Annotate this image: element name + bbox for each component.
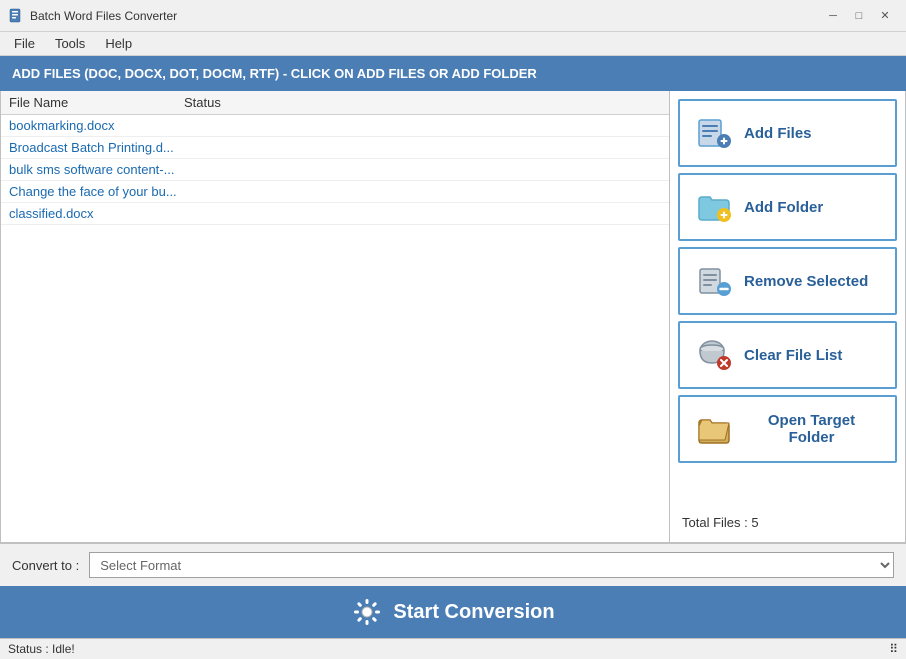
file-status xyxy=(184,162,314,177)
file-name: bookmarking.docx xyxy=(9,118,184,133)
file-name: Change the face of your bu... xyxy=(9,184,184,199)
title-bar: Batch Word Files Converter ─ □ ✕ xyxy=(0,0,906,32)
convert-to-bar: Convert to : Select Format xyxy=(0,544,906,586)
column-filename: File Name xyxy=(9,95,184,110)
file-name: bulk sms software content-... xyxy=(9,162,184,177)
column-status: Status xyxy=(184,95,314,110)
file-name: Broadcast Batch Printing.d... xyxy=(9,140,184,155)
add-files-button[interactable]: Add Files xyxy=(678,99,897,167)
file-list[interactable]: bookmarking.docx Broadcast Batch Printin… xyxy=(1,115,669,542)
open-target-folder-button[interactable]: Open Target Folder xyxy=(678,395,897,463)
table-row[interactable]: bulk sms software content-... xyxy=(1,159,669,181)
start-conversion-button[interactable]: Start Conversion xyxy=(0,586,906,638)
status-indicator: ⠿ xyxy=(889,642,898,656)
bottom-section: Convert to : Select Format xyxy=(0,543,906,638)
add-folder-button[interactable]: Add Folder xyxy=(678,173,897,241)
convert-to-label: Convert to : xyxy=(12,558,79,573)
open-target-folder-icon xyxy=(696,411,732,447)
close-button[interactable]: ✕ xyxy=(872,6,898,26)
menu-tools[interactable]: Tools xyxy=(45,34,95,53)
menu-file[interactable]: File xyxy=(4,34,45,53)
header-banner: ADD FILES (DOC, DOCX, DOT, DOCM, RTF) - … xyxy=(0,56,906,91)
status-text: Status : Idle! xyxy=(8,642,75,656)
file-name: classified.docx xyxy=(9,206,184,221)
gear-icon xyxy=(351,596,383,628)
add-folder-label: Add Folder xyxy=(744,199,823,216)
table-row[interactable]: bookmarking.docx xyxy=(1,115,669,137)
minimize-button[interactable]: ─ xyxy=(820,6,846,26)
menu-help[interactable]: Help xyxy=(95,34,142,53)
clear-file-list-icon xyxy=(696,337,732,373)
add-folder-icon xyxy=(696,189,732,225)
main-content: File Name Status bookmarking.docx Broadc… xyxy=(0,91,906,543)
file-list-header: File Name Status xyxy=(1,91,669,115)
maximize-button[interactable]: □ xyxy=(846,6,872,26)
remove-selected-button[interactable]: Remove Selected xyxy=(678,247,897,315)
remove-selected-icon xyxy=(696,263,732,299)
add-files-icon xyxy=(696,115,732,151)
file-status xyxy=(184,140,314,155)
clear-file-list-button[interactable]: Clear File List xyxy=(678,321,897,389)
open-target-folder-label: Open Target Folder xyxy=(744,412,879,446)
total-files: Total Files : 5 xyxy=(678,507,897,534)
clear-file-list-label: Clear File List xyxy=(744,347,842,364)
format-select[interactable]: Select Format xyxy=(89,552,894,578)
sidebar: Add Files Add Folder xyxy=(670,91,905,542)
app-icon xyxy=(8,8,24,24)
status-bar: Status : Idle! ⠿ xyxy=(0,638,906,659)
window-title: Batch Word Files Converter xyxy=(30,9,820,23)
file-status xyxy=(184,118,314,133)
table-row[interactable]: Broadcast Batch Printing.d... xyxy=(1,137,669,159)
start-conversion-label: Start Conversion xyxy=(393,601,554,624)
table-row[interactable]: classified.docx xyxy=(1,203,669,225)
file-list-area: File Name Status bookmarking.docx Broadc… xyxy=(1,91,670,542)
file-status xyxy=(184,206,314,221)
add-files-label: Add Files xyxy=(744,125,812,142)
remove-selected-label: Remove Selected xyxy=(744,273,868,290)
table-row[interactable]: Change the face of your bu... xyxy=(1,181,669,203)
file-status xyxy=(184,184,314,199)
menu-bar: File Tools Help xyxy=(0,32,906,56)
